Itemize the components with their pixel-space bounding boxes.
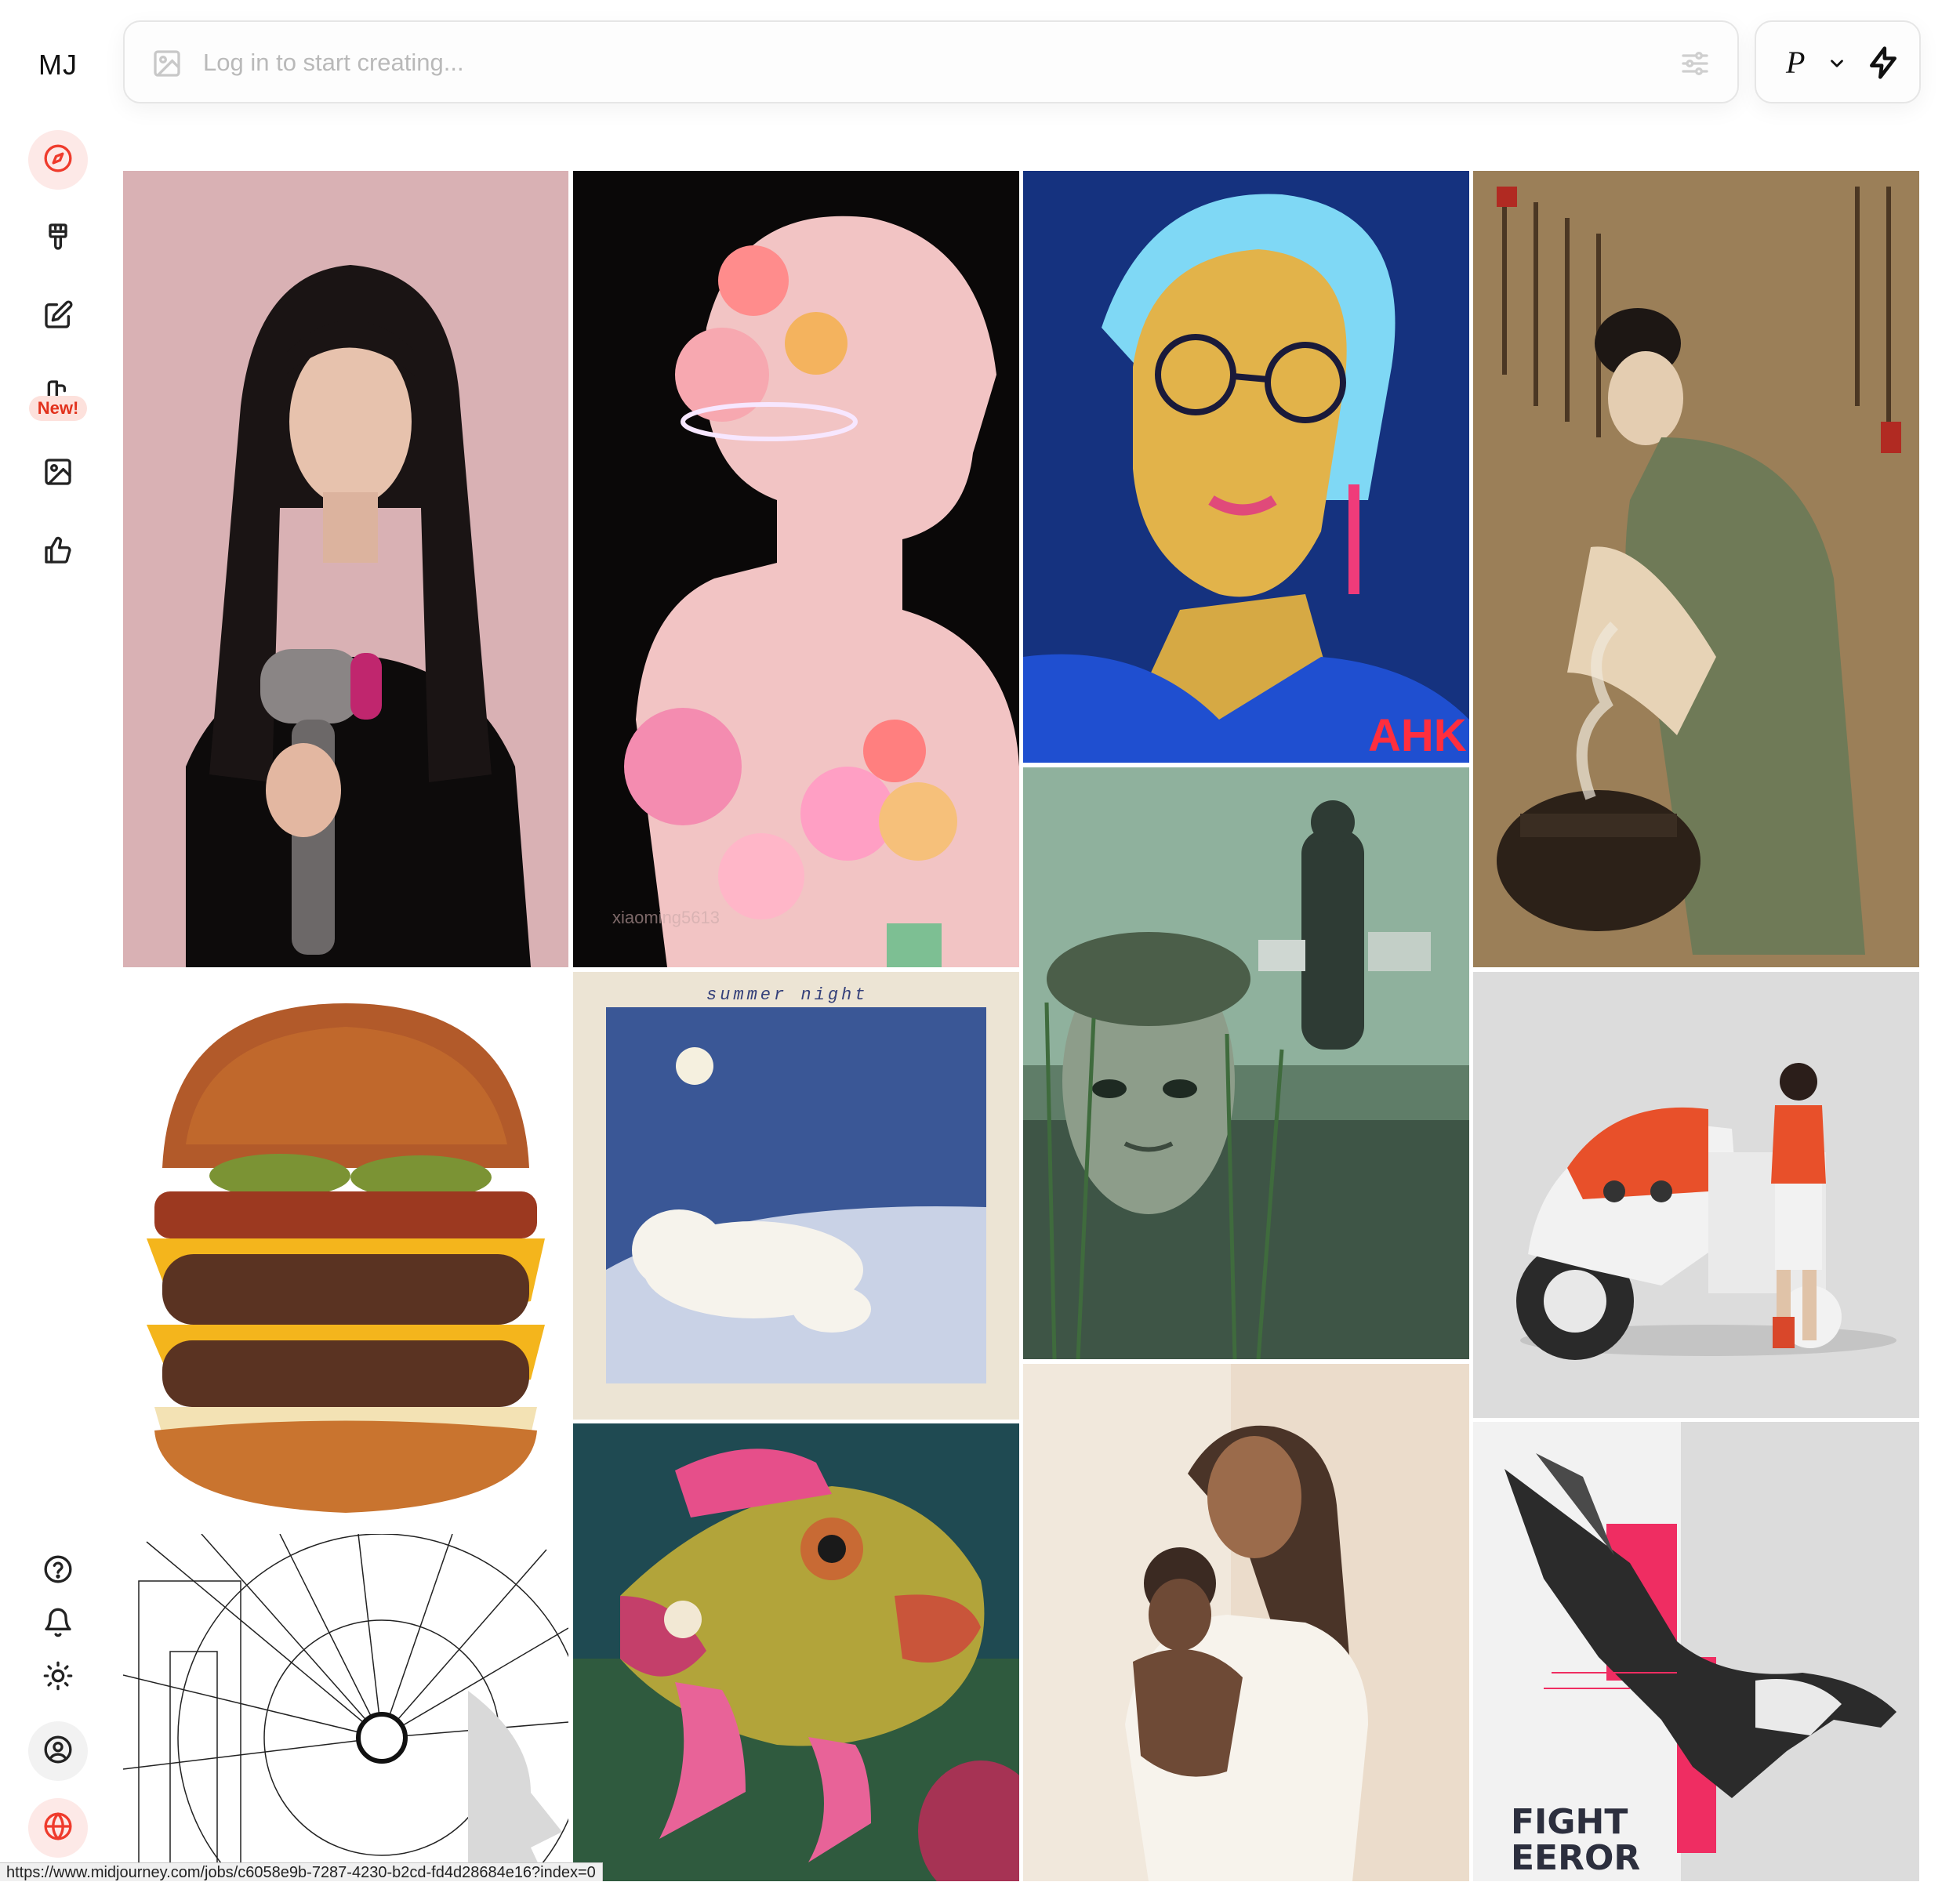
gallery-image-crow-poster[interactable]: FIGHT EEROR — [1473, 1422, 1919, 1881]
lightning-icon[interactable] — [1866, 45, 1900, 80]
chevron-down-icon — [1827, 53, 1847, 74]
gallery-image-polar-bear[interactable]: summer night — [573, 972, 1019, 1420]
caption: summer night — [706, 985, 868, 1005]
mode-label: P — [1786, 45, 1806, 80]
prompt-input[interactable] — [203, 41, 1614, 85]
thumbs-up-icon — [42, 535, 74, 570]
image-upload-icon[interactable] — [151, 48, 183, 79]
compass-icon — [42, 143, 74, 178]
gallery-image-burger[interactable] — [123, 972, 568, 1529]
sidebar-item-account[interactable] — [28, 1721, 88, 1781]
gallery-image-motorbike[interactable] — [1473, 972, 1919, 1418]
help-icon — [42, 1554, 74, 1589]
sidebar-item-explore[interactable] — [28, 130, 88, 190]
sidebar-item-rate[interactable] — [28, 522, 88, 582]
logo[interactable]: MJ — [0, 49, 116, 82]
artist-signature: AHK — [1368, 710, 1467, 761]
gallery-image-blue-portrait[interactable]: AHK — [1023, 171, 1469, 763]
sidebar: MJ New! — [0, 0, 116, 1881]
gallery-image-crystal-bust[interactable]: xiaoming5613 — [573, 171, 1019, 967]
bell-icon — [42, 1607, 74, 1642]
settings-sliders-icon[interactable] — [1679, 48, 1711, 79]
brush-icon — [42, 221, 74, 256]
edit-icon — [42, 299, 74, 335]
gallery-image-felt-fish[interactable] — [573, 1423, 1019, 1881]
gallery-image-mother-child[interactable] — [1023, 1364, 1469, 1881]
sun-icon — [42, 1660, 74, 1695]
sidebar-item-create[interactable] — [28, 209, 88, 268]
sidebar-item-theme[interactable] — [28, 1648, 88, 1707]
gallery-image-line-drawing[interactable] — [123, 1534, 568, 1881]
poster-title-line1: FIGHT — [1511, 1802, 1628, 1842]
sidebar-item-language[interactable] — [28, 1798, 88, 1858]
sidebar-item-notifications[interactable] — [28, 1594, 88, 1654]
globe-icon — [42, 1811, 74, 1846]
gallery-image-hairdryer[interactable] — [123, 171, 568, 967]
sidebar-item-organize[interactable] — [28, 444, 88, 503]
prompt-bar — [123, 20, 1739, 103]
sidebar-item-edit[interactable] — [28, 287, 88, 346]
user-circle-icon — [42, 1734, 74, 1769]
watermark: xiaoming5613 — [612, 908, 720, 927]
poster-title-line2: EEROR — [1511, 1838, 1640, 1878]
status-bar-url: https://www.midjourney.com/jobs/c6058e9b… — [0, 1862, 603, 1881]
gallery-image-swamp-mask[interactable] — [1023, 767, 1469, 1359]
gallery-image-ancient-painting[interactable] — [1473, 171, 1919, 967]
mode-selector[interactable]: P — [1755, 20, 1921, 103]
sidebar-item-help[interactable] — [28, 1541, 88, 1601]
new-badge: New! — [29, 396, 87, 421]
image-icon — [42, 456, 74, 491]
